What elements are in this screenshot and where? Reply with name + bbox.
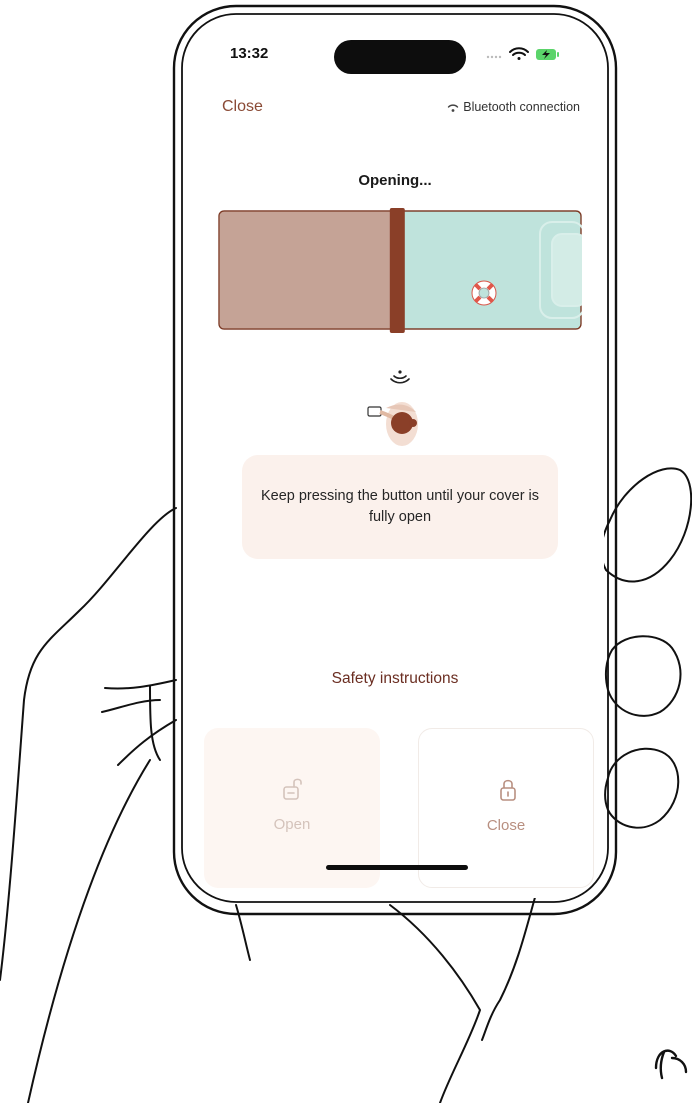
- signal-waves-icon: [390, 370, 410, 384]
- cover-roller: [389, 208, 405, 333]
- dynamic-island: [334, 40, 466, 74]
- home-indicator: [326, 865, 468, 870]
- user-remote-illustration: [367, 370, 418, 446]
- pool-cover-illustration: [218, 208, 582, 333]
- open-button[interactable]: Open: [204, 728, 380, 888]
- bluetooth-status-label: Bluetooth connection: [463, 100, 580, 114]
- phone-screen: 13:32 Close Bluetooth connection Opening…: [186, 18, 604, 898]
- open-button-label: Open: [273, 816, 311, 833]
- page-title: Opening...: [358, 172, 432, 189]
- pool-cover: [219, 211, 393, 329]
- unlock-icon: [283, 778, 302, 800]
- bluetooth-signal-icon: [448, 104, 459, 112]
- status-time: 13:32: [230, 45, 269, 62]
- close-cover-button[interactable]: Close: [418, 728, 594, 888]
- signal-dots-icon: [486, 55, 502, 59]
- close-cover-button-label: Close: [486, 817, 526, 834]
- lock-icon: [500, 779, 516, 801]
- safety-instructions-link[interactable]: Safety instructions: [186, 670, 604, 688]
- instruction-hint: Keep pressing the button until your cove…: [242, 455, 558, 559]
- bluetooth-status: Bluetooth connection: [416, 100, 580, 118]
- lifebuoy-icon: [471, 280, 497, 306]
- instruction-hint-text: Keep pressing the button until your cove…: [260, 488, 540, 525]
- battery-icon: [536, 49, 559, 60]
- status-icons: [486, 47, 559, 60]
- close-button[interactable]: Close: [222, 98, 263, 116]
- wifi-icon: [509, 47, 529, 60]
